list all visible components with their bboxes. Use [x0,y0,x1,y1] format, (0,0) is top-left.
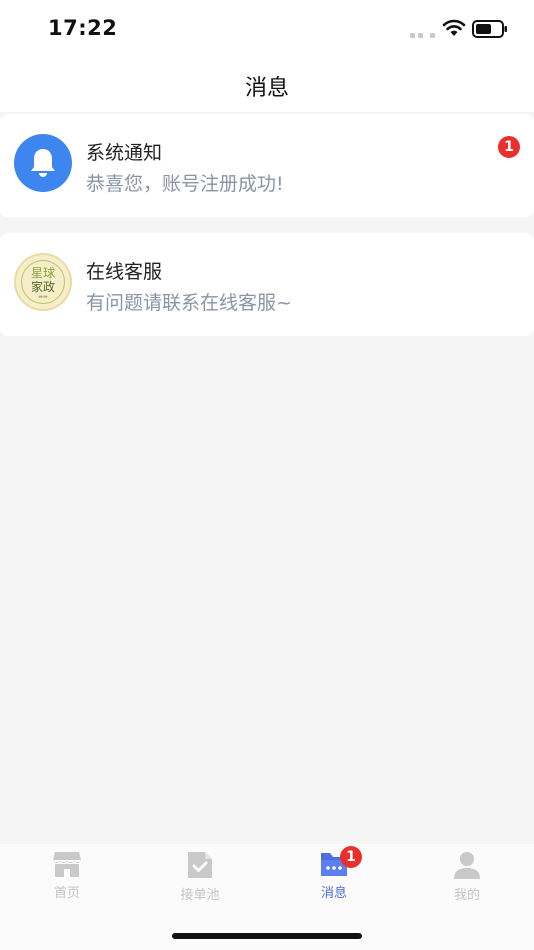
tab-mine[interactable]: 我的 [427,850,507,903]
page-title: 消息 [244,76,289,101]
status-bar: 17:22 [0,0,534,58]
system-notice-avatar [14,134,72,192]
document-check-icon [188,852,212,878]
header: 17:22 消息 [0,0,534,112]
tab-messages[interactable]: 消息 1 [294,846,374,901]
message-preview: 有问题请联系在线客服~ [86,292,292,314]
tab-order-pool[interactable]: 接单池 [160,850,240,903]
brand-logo-mark: 星球 家政 ▬▬ [21,260,65,304]
logo-subline: ▬▬ [38,294,48,300]
tab-label: 消息 [320,886,347,901]
cellular-signal-icon [410,30,436,38]
store-icon [53,852,81,877]
brand-logo: 星球 家政 ▬▬ [14,253,72,311]
unread-badge: 1 [498,136,520,158]
message-title: 系统通知 [86,142,163,164]
message-item-system-notice[interactable]: 系统通知 恭喜您，账号注册成功! 1 [0,114,534,217]
wifi-icon [442,19,466,36]
logo-text-line1: 星球 [30,266,55,280]
bell-icon [31,149,55,177]
battery-icon [472,20,507,38]
status-time: 17:22 [48,16,118,40]
tab-label: 接单池 [180,888,220,903]
logo-text-line2: 家政 [30,280,55,294]
user-icon [454,852,480,879]
message-title: 在线客服 [86,261,163,283]
message-preview: 恭喜您，账号注册成功! [86,173,284,195]
home-indicator [172,933,362,939]
tab-label: 我的 [453,888,480,903]
tab-label: 首页 [53,886,80,901]
tab-home[interactable]: 首页 [27,850,107,901]
message-item-online-service[interactable]: 星球 家政 ▬▬ 在线客服 有问题请联系在线客服~ [0,233,534,336]
tab-badge: 1 [340,846,362,868]
